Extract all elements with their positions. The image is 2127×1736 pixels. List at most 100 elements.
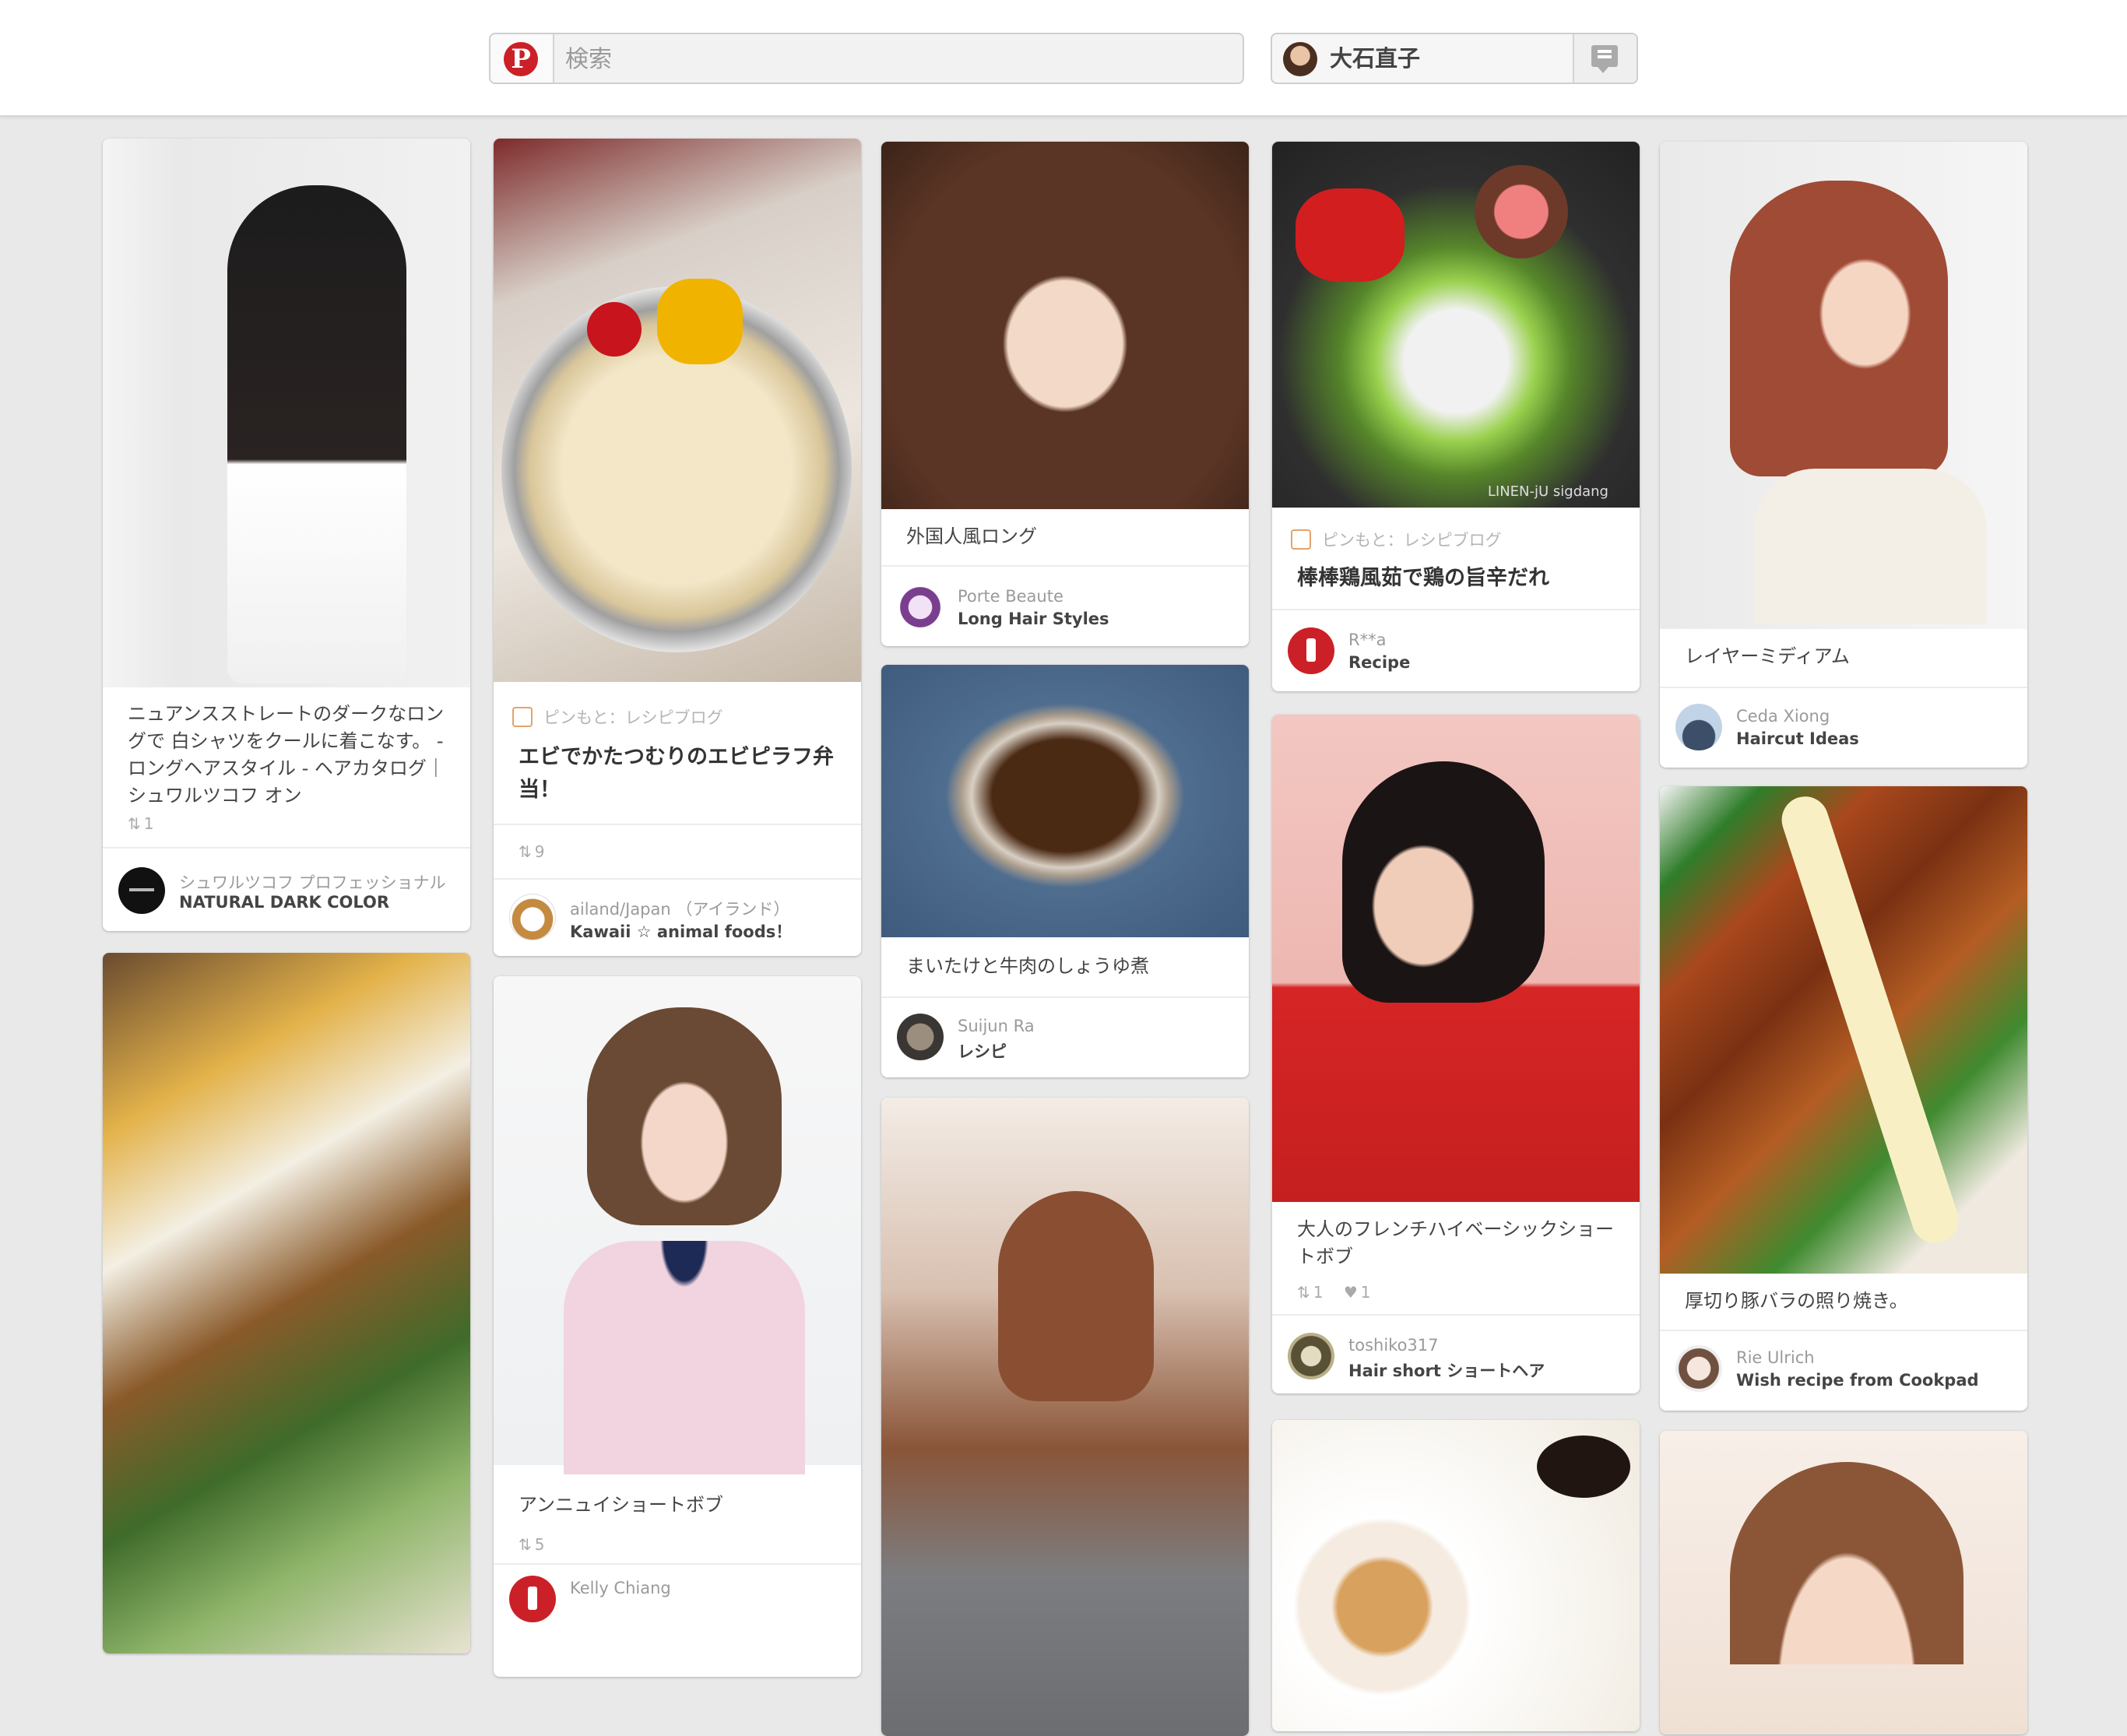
pinner-name[interactable]: シュワルツコフ プロフェッショナル: [179, 870, 446, 894]
heart-icon: ♥: [1343, 1283, 1358, 1302]
board-name[interactable]: Recipe: [1348, 653, 1410, 672]
pin-image[interactable]: [1660, 1431, 2027, 1734]
user-avatar[interactable]: [1283, 42, 1317, 76]
pin-image[interactable]: [1660, 786, 2027, 1274]
pin-image[interactable]: [103, 953, 470, 1653]
avatar[interactable]: [1675, 1345, 1722, 1392]
pin-card[interactable]: 大人のフレンチハイベーシックショートボブ ⇅ 1 ♥ 1 toshiko317 Ha…: [1272, 715, 1640, 1393]
pin-attribution[interactable]: Rie Ulrich Wish recipe from Cookpad: [1675, 1345, 2018, 1393]
pin-description: 棒棒鶏風茹で鶏の旨辛だれ: [1297, 566, 1549, 590]
like-count: 1: [1360, 1283, 1371, 1302]
pin-stats: ⇅ 1: [128, 814, 154, 833]
pin-image[interactable]: [1660, 142, 2027, 629]
avatar[interactable]: [1288, 1333, 1334, 1379]
pin-image[interactable]: [494, 139, 861, 682]
board-name[interactable]: Long Hair Styles: [958, 610, 1109, 628]
board-name[interactable]: Kawaii ☆ animal foods！: [570, 919, 792, 943]
divider: [103, 847, 470, 849]
source-label[interactable]: ピンもと：レシピブログ: [543, 708, 723, 727]
pin-attribution[interactable]: シュワルツコフ プロフェッショナル NATURAL DARK COLOR: [118, 867, 461, 915]
user-name[interactable]: 大石直子: [1330, 34, 1420, 83]
pinner-name[interactable]: Suijun Ra: [958, 1017, 1035, 1035]
pin-card[interactable]: まいたけと牛肉のしょうゆ煮 Suijun Ra レシピ: [881, 665, 1249, 1077]
repin-count: 9: [534, 842, 545, 861]
pin-description: 大人のフレンチハイベーシックショートボブ: [1297, 1218, 1615, 1267]
pin-card[interactable]: アンニュイショートボブ ⇅ 5 Kelly Chiang: [494, 976, 861, 1677]
pin-attribution[interactable]: Suijun Ra レシピ: [897, 1014, 1239, 1062]
avatar[interactable]: [1288, 627, 1334, 674]
pin-stats: ⇅ 9: [519, 842, 545, 861]
repin-icon: ⇅: [128, 814, 141, 833]
pin-description: 厚切り豚バラの照り焼き。: [1685, 1290, 1908, 1312]
pin-card[interactable]: 外国人風ロング Porte Beaute Long Hair Styles: [881, 142, 1249, 646]
pinner-name[interactable]: Ceda Xiong: [1736, 707, 1830, 726]
pin-image[interactable]: [881, 665, 1249, 937]
pin-attribution[interactable]: toshiko317 Hair short ショートヘア: [1288, 1333, 1630, 1381]
board-name[interactable]: レシピ: [958, 1039, 1007, 1063]
pin-image[interactable]: [881, 142, 1249, 509]
board-name[interactable]: Haircut Ideas: [1736, 729, 1859, 748]
avatar[interactable]: [118, 867, 165, 914]
divider: [881, 565, 1249, 567]
pin-attribution[interactable]: Ceda Xiong Haircut Ideas: [1675, 704, 2018, 752]
pin-image[interactable]: [1272, 715, 1640, 1202]
divider: [1272, 609, 1640, 610]
pin-card[interactable]: ニュアンスストレートのダークなロングで 白シャツをクールに着こなす。 - ロング…: [103, 139, 470, 931]
divider: [1660, 1330, 2027, 1331]
avatar[interactable]: [509, 1576, 556, 1622]
pin-image[interactable]: [494, 976, 861, 1474]
pin-card[interactable]: ピンもと：レシピブログ エビでかたつむりのエビピラフ弁当！ ⇅ 9 ailand/…: [494, 139, 861, 956]
pin-card[interactable]: レイヤーミディアム Ceda Xiong Haircut Ideas: [1660, 142, 2027, 768]
pin-stats: ⇅ 5: [519, 1535, 545, 1554]
pinner-name[interactable]: Kelly Chiang: [570, 1579, 671, 1597]
pin-image[interactable]: LINEN-jU sigdang: [1272, 142, 1640, 508]
notifications-button[interactable]: [1573, 34, 1637, 83]
pin-card[interactable]: LINEN-jU sigdang ピンもと：レシピブログ 棒棒鶏風茹で鶏の旨辛だ…: [1272, 142, 1640, 691]
pinner-name[interactable]: Rie Ulrich: [1736, 1348, 1815, 1367]
board-name[interactable]: Wish recipe from Cookpad: [1736, 1371, 1979, 1390]
pin-description: アンニュイショートボブ: [519, 1494, 724, 1516]
home-button[interactable]: P: [490, 34, 554, 83]
notification-icon: [1591, 45, 1618, 73]
board-name[interactable]: NATURAL DARK COLOR: [179, 893, 389, 912]
pinterest-logo-icon: P: [504, 42, 538, 76]
repin-count: 1: [143, 814, 154, 833]
pin-description: エビでかたつむりのエビピラフ弁当！: [519, 745, 834, 802]
pin-source[interactable]: ピンもと：レシピブログ: [1291, 528, 1502, 551]
pin-card[interactable]: [1660, 1431, 2027, 1734]
pinner-name[interactable]: R**a: [1348, 631, 1386, 649]
pin-card[interactable]: 厚切り豚バラの照り焼き。 Rie Ulrich Wish recipe from…: [1660, 786, 2027, 1411]
avatar[interactable]: [509, 894, 556, 940]
divider: [1660, 687, 2027, 688]
divider: [494, 1563, 861, 1565]
pinner-name[interactable]: toshiko317: [1348, 1336, 1439, 1355]
pin-source[interactable]: ピンもと：レシピブログ: [512, 705, 723, 729]
pin-card[interactable]: [1272, 1420, 1640, 1731]
pin-attribution[interactable]: ailand/Japan （アイランド） Kawaii ☆ animal foo…: [509, 894, 852, 942]
top-bar: P 大石直子: [0, 0, 2127, 117]
pin-description: まいたけと牛肉のしょうゆ煮: [906, 955, 1149, 977]
board-name[interactable]: Hair short ショートヘア: [1348, 1358, 1545, 1382]
search-bar[interactable]: P: [489, 33, 1244, 84]
avatar[interactable]: [1675, 704, 1722, 750]
pin-attribution[interactable]: R**a Recipe: [1288, 627, 1630, 676]
pin-card[interactable]: [881, 1098, 1249, 1736]
recipe-blog-icon: [512, 707, 533, 727]
pinner-name[interactable]: Porte Beaute: [958, 587, 1064, 606]
divider: [1272, 1314, 1640, 1316]
pin-attribution[interactable]: Kelly Chiang: [509, 1576, 852, 1624]
image-watermark: LINEN-jU sigdang: [1487, 483, 1608, 500]
recipe-blog-icon: [1291, 529, 1311, 550]
source-label[interactable]: ピンもと：レシピブログ: [1322, 531, 1502, 550]
pin-image[interactable]: [103, 139, 470, 687]
pin-image[interactable]: [881, 1098, 1249, 1736]
pin-attribution[interactable]: Porte Beaute Long Hair Styles: [897, 584, 1239, 632]
user-menu[interactable]: 大石直子: [1271, 33, 1638, 84]
avatar[interactable]: [897, 584, 944, 631]
pin-card[interactable]: [103, 953, 470, 1653]
avatar[interactable]: [897, 1014, 944, 1060]
pinner-name[interactable]: ailand/Japan （アイランド）: [570, 897, 789, 920]
pin-image[interactable]: [1272, 1420, 1640, 1731]
search-input[interactable]: [564, 34, 1229, 83]
divider: [494, 878, 861, 880]
